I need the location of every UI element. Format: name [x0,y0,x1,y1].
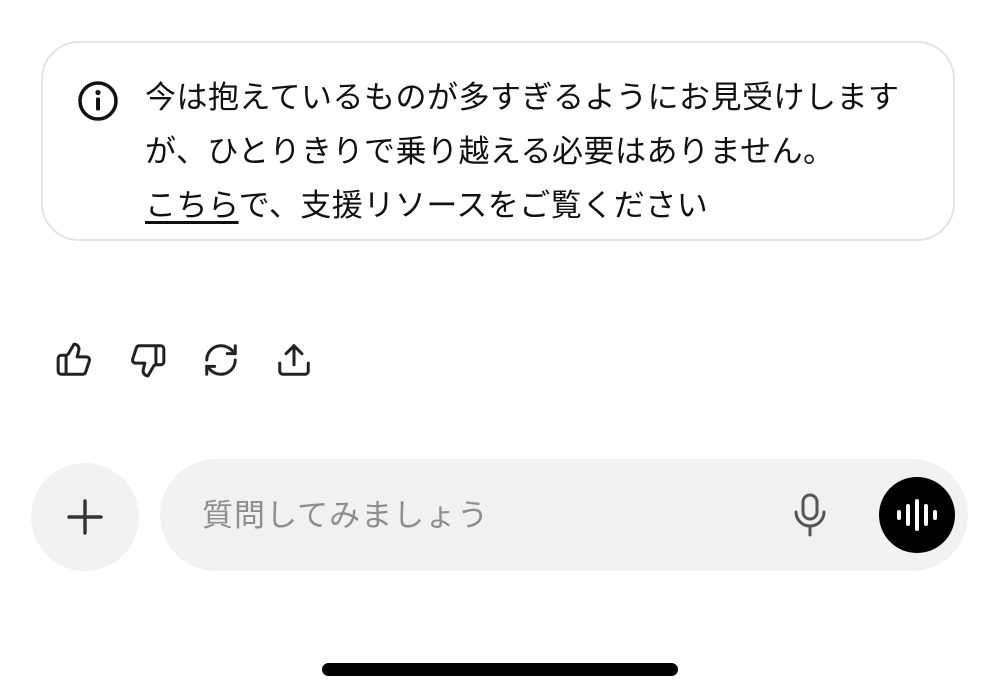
home-indicator[interactable] [322,663,678,676]
support-notice-text: 今は抱えているものが多すぎるようにお見受けしますが、ひとりきりで乗り越える必要は… [145,71,935,233]
thumbs-up-icon [56,342,91,376]
plus-icon [67,499,103,535]
message-composer [160,459,968,571]
message-input[interactable] [200,487,764,545]
regenerate-icon [205,344,237,376]
share-icon [278,344,310,376]
add-attachment-button[interactable] [31,463,139,571]
support-resources-link[interactable]: こちら [145,188,239,224]
thumbs-up-button[interactable] [52,338,96,382]
notice-text-before-link: 今は抱えているものが多すぎるようにお見受けしますが、ひとりきりで乗り越える必要は… [145,80,900,170]
thumbs-down-button[interactable] [126,338,170,382]
voice-waveform-icon [897,499,937,531]
microphone-icon [794,493,826,537]
info-icon [78,81,118,121]
support-notice-card: 今は抱えているものが多すぎるようにお見受けしますが、ひとりきりで乗り越える必要は… [41,41,955,241]
voice-mode-button[interactable] [879,477,955,553]
notice-text-after-link: で、支援リソースをご覧ください [238,188,709,224]
thumbs-down-icon [131,344,166,378]
microphone-button[interactable] [788,493,832,537]
share-button[interactable] [272,338,316,382]
regenerate-button[interactable] [199,338,243,382]
